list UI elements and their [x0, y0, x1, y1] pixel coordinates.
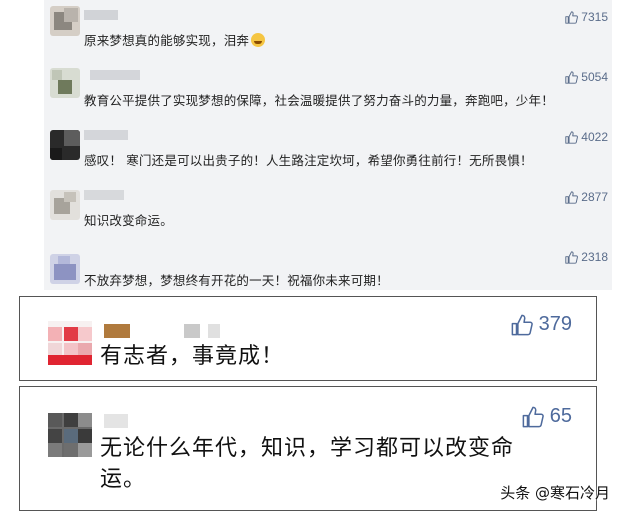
crying-emoji-icon [251, 33, 266, 47]
thumb-up-icon [522, 406, 544, 427]
like-count: 5054 [581, 70, 608, 84]
username-blurred[interactable] [104, 324, 244, 338]
comment-text: 无论什么年代，知识，学习都可以改变命 运。 [100, 436, 515, 492]
comment-panel-top: 7315 原来梦想真的能够实现，泪奔 5054 教育公平提供了实现梦想的保障，社… [44, 0, 612, 290]
like-button[interactable]: 7315 [565, 10, 608, 24]
comment-item: 4022 感叹！ 寒门还是可以出贵子的！人生路注定坎坷，希望你勇往前行！无所畏惧… [44, 120, 612, 178]
username-blurred[interactable] [84, 10, 144, 20]
comment-item: 7315 原来梦想真的能够实现，泪奔 [44, 0, 612, 58]
thumb-up-icon [565, 10, 579, 24]
comment-text: 教育公平提供了实现梦想的保障，社会温暖提供了努力奋斗的力量，奔跑吧，少年！ [84, 93, 554, 108]
thumb-up-icon [565, 250, 579, 264]
like-count: 379 [538, 313, 572, 335]
avatar[interactable] [48, 413, 92, 457]
like-button[interactable]: 4022 [565, 130, 608, 144]
comment-item: 2877 知识改变命运。 [44, 180, 612, 238]
comment-text: 有志者，事竟成！ [100, 344, 285, 369]
username-blurred[interactable] [84, 70, 144, 80]
watermark: 头条 @寒石冷月 [500, 484, 610, 502]
comment-text: 感叹！ 寒门还是可以出贵子的！人生路注定坎坷，希望你勇往前行！无所畏惧！ [84, 153, 533, 168]
comment-card: 379 有志者，事竟成！ [19, 296, 597, 381]
like-button[interactable]: 2877 [565, 190, 608, 204]
avatar[interactable] [50, 68, 80, 98]
like-count: 2877 [581, 190, 608, 204]
comment-item: 5054 教育公平提供了实现梦想的保障，社会温暖提供了努力奋斗的力量，奔跑吧，少… [44, 60, 612, 118]
comment-text: 原来梦想真的能够实现，泪奔 [84, 30, 266, 49]
username-blurred[interactable] [104, 414, 144, 428]
like-button[interactable]: 379 [511, 313, 572, 336]
username-blurred[interactable] [84, 190, 144, 200]
like-count: 7315 [581, 10, 608, 24]
like-button[interactable]: 65 [522, 405, 572, 428]
comment-text: 知识改变命运。 [84, 213, 173, 228]
thumb-up-icon [565, 130, 579, 144]
thumb-up-icon [565, 190, 579, 204]
like-count: 2318 [581, 250, 608, 264]
avatar[interactable] [50, 190, 80, 220]
avatar[interactable] [50, 6, 80, 36]
like-button[interactable]: 5054 [565, 70, 608, 84]
avatar[interactable] [48, 321, 92, 365]
comment-text: 不放弃梦想，梦想终有开花的一天！祝福你未来可期！ [84, 273, 389, 288]
avatar[interactable] [50, 130, 80, 160]
avatar[interactable] [50, 254, 80, 284]
like-count: 4022 [581, 130, 608, 144]
like-count: 65 [549, 405, 572, 427]
thumb-up-icon [511, 314, 533, 335]
like-button[interactable]: 2318 [565, 250, 608, 264]
thumb-up-icon [565, 70, 579, 84]
comment-item: 2318 不放弃梦想，梦想终有开花的一天！祝福你未来可期！ [44, 240, 612, 298]
username-blurred[interactable] [84, 130, 144, 140]
